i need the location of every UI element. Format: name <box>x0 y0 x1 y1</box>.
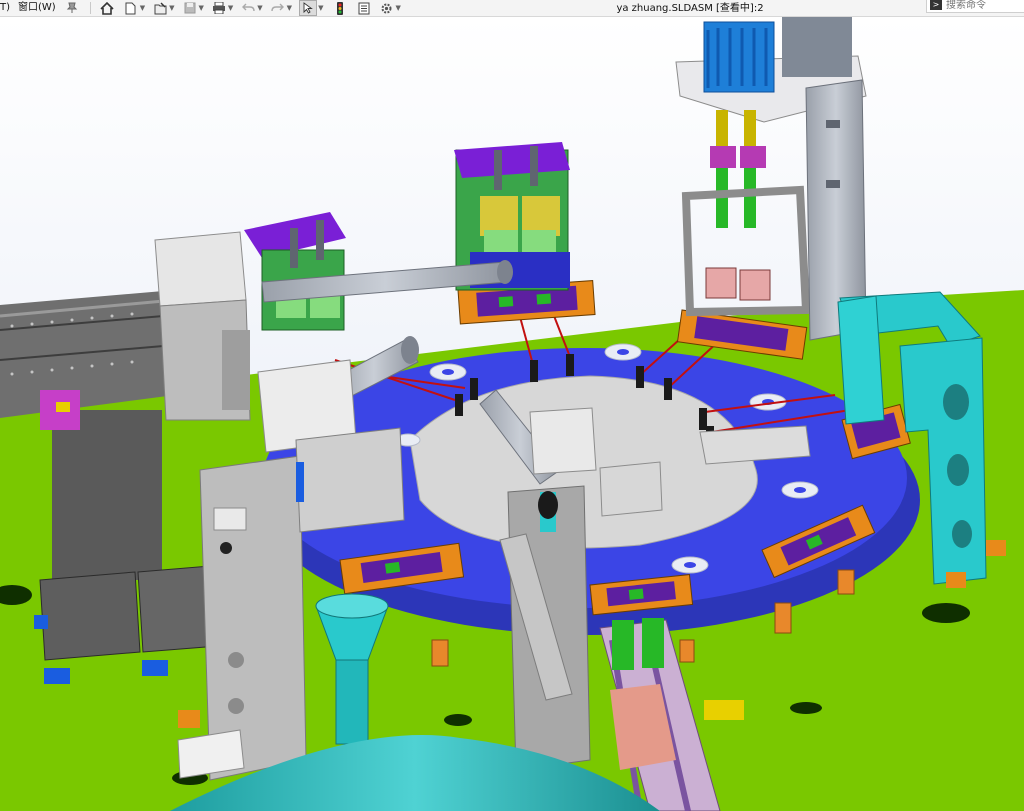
select-cursor-icon[interactable] <box>299 0 318 16</box>
open-icon[interactable] <box>152 1 168 15</box>
file-properties-icon[interactable] <box>356 1 372 15</box>
save-icon[interactable] <box>182 1 198 15</box>
rebuild-traffic-light-icon[interactable] <box>332 1 348 15</box>
pin-icon[interactable] <box>64 1 80 15</box>
menu-window[interactable]: 窗口(W) <box>18 1 56 15</box>
home-icon[interactable] <box>99 1 115 15</box>
print-dropdown-caret[interactable]: ▼ <box>228 1 233 15</box>
menu-fragment[interactable]: T) <box>0 1 10 15</box>
open-dropdown-caret[interactable]: ▼ <box>169 1 174 15</box>
undo-icon[interactable] <box>240 1 256 15</box>
select-dropdown-caret[interactable]: ▼ <box>318 1 323 15</box>
command-prompt-icon: > <box>930 0 942 10</box>
redo-icon[interactable] <box>270 1 286 15</box>
command-search-box[interactable]: > <box>926 0 1024 13</box>
toolbar-separator <box>89 2 91 14</box>
command-search-input[interactable] <box>946 0 1024 11</box>
save-dropdown-caret[interactable]: ▼ <box>199 1 204 15</box>
options-dropdown-caret[interactable]: ▼ <box>395 1 400 15</box>
options-gear-icon[interactable] <box>378 1 394 15</box>
print-icon[interactable] <box>211 1 227 15</box>
new-document-icon[interactable] <box>123 1 139 15</box>
top-toolbar: T) 窗口(W) ▼ ▼ ▼ ▼ ▼ ▼ ▼ ▼ ya zhuang.SLDAS… <box>0 0 1024 17</box>
graphics-area[interactable] <box>0 17 1024 811</box>
redo-dropdown-caret[interactable]: ▼ <box>287 1 292 15</box>
undo-dropdown-caret[interactable]: ▼ <box>257 1 262 15</box>
document-title: ya zhuang.SLDASM [查看中]:2 <box>616 3 764 14</box>
new-dropdown-caret[interactable]: ▼ <box>140 1 145 15</box>
